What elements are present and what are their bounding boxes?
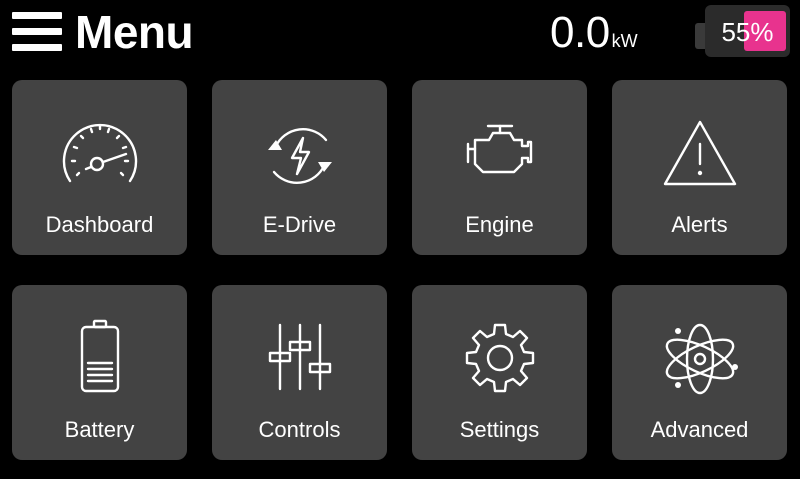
warning-icon (660, 116, 740, 196)
battery-percent: 55% (721, 17, 774, 47)
tile-alerts[interactable]: Alerts (612, 80, 787, 255)
power-value: 0.0 (550, 8, 610, 57)
hamburger-line (12, 28, 62, 35)
tile-dashboard[interactable]: Dashboard (12, 80, 187, 255)
tile-label: Advanced (650, 417, 749, 442)
tile-e-drive[interactable]: E-Drive (212, 80, 387, 255)
tile-settings[interactable]: Settings (412, 285, 587, 460)
tile-label: E-Drive (262, 212, 337, 237)
header: Menu 0.0 kW 55% (0, 0, 800, 70)
power-readout: 0.0 kW (550, 8, 638, 58)
power-unit: kW (611, 31, 638, 51)
sliders-icon (260, 321, 340, 401)
battery-gauge: 55% (705, 5, 790, 57)
tile-label: Dashboard (45, 212, 154, 237)
hamburger-icon[interactable] (12, 12, 62, 52)
tile-label: Settings (459, 417, 540, 442)
tile-battery[interactable]: Battery (12, 285, 187, 460)
engine-icon (460, 116, 540, 196)
tile-controls[interactable]: Controls (212, 285, 387, 460)
menu-screen: Menu 0.0 kW 55% Dashboard E-Drive Engine… (0, 0, 800, 479)
atom-icon (660, 321, 740, 401)
tile-label: Controls (258, 417, 341, 442)
gear-icon (460, 321, 540, 401)
hamburger-line (12, 12, 62, 19)
tile-engine[interactable]: Engine (412, 80, 587, 255)
page-title: Menu (75, 6, 194, 58)
tile-label: Battery (64, 417, 135, 442)
speedometer-icon (60, 116, 140, 196)
tile-label: Alerts (671, 212, 728, 237)
battery-indicator: 55% (695, 5, 792, 59)
battery-icon (60, 319, 140, 401)
tile-advanced[interactable]: Advanced (612, 285, 787, 460)
tile-label: Engine (465, 212, 534, 237)
hamburger-line (12, 44, 62, 51)
e-drive-icon (260, 116, 340, 196)
